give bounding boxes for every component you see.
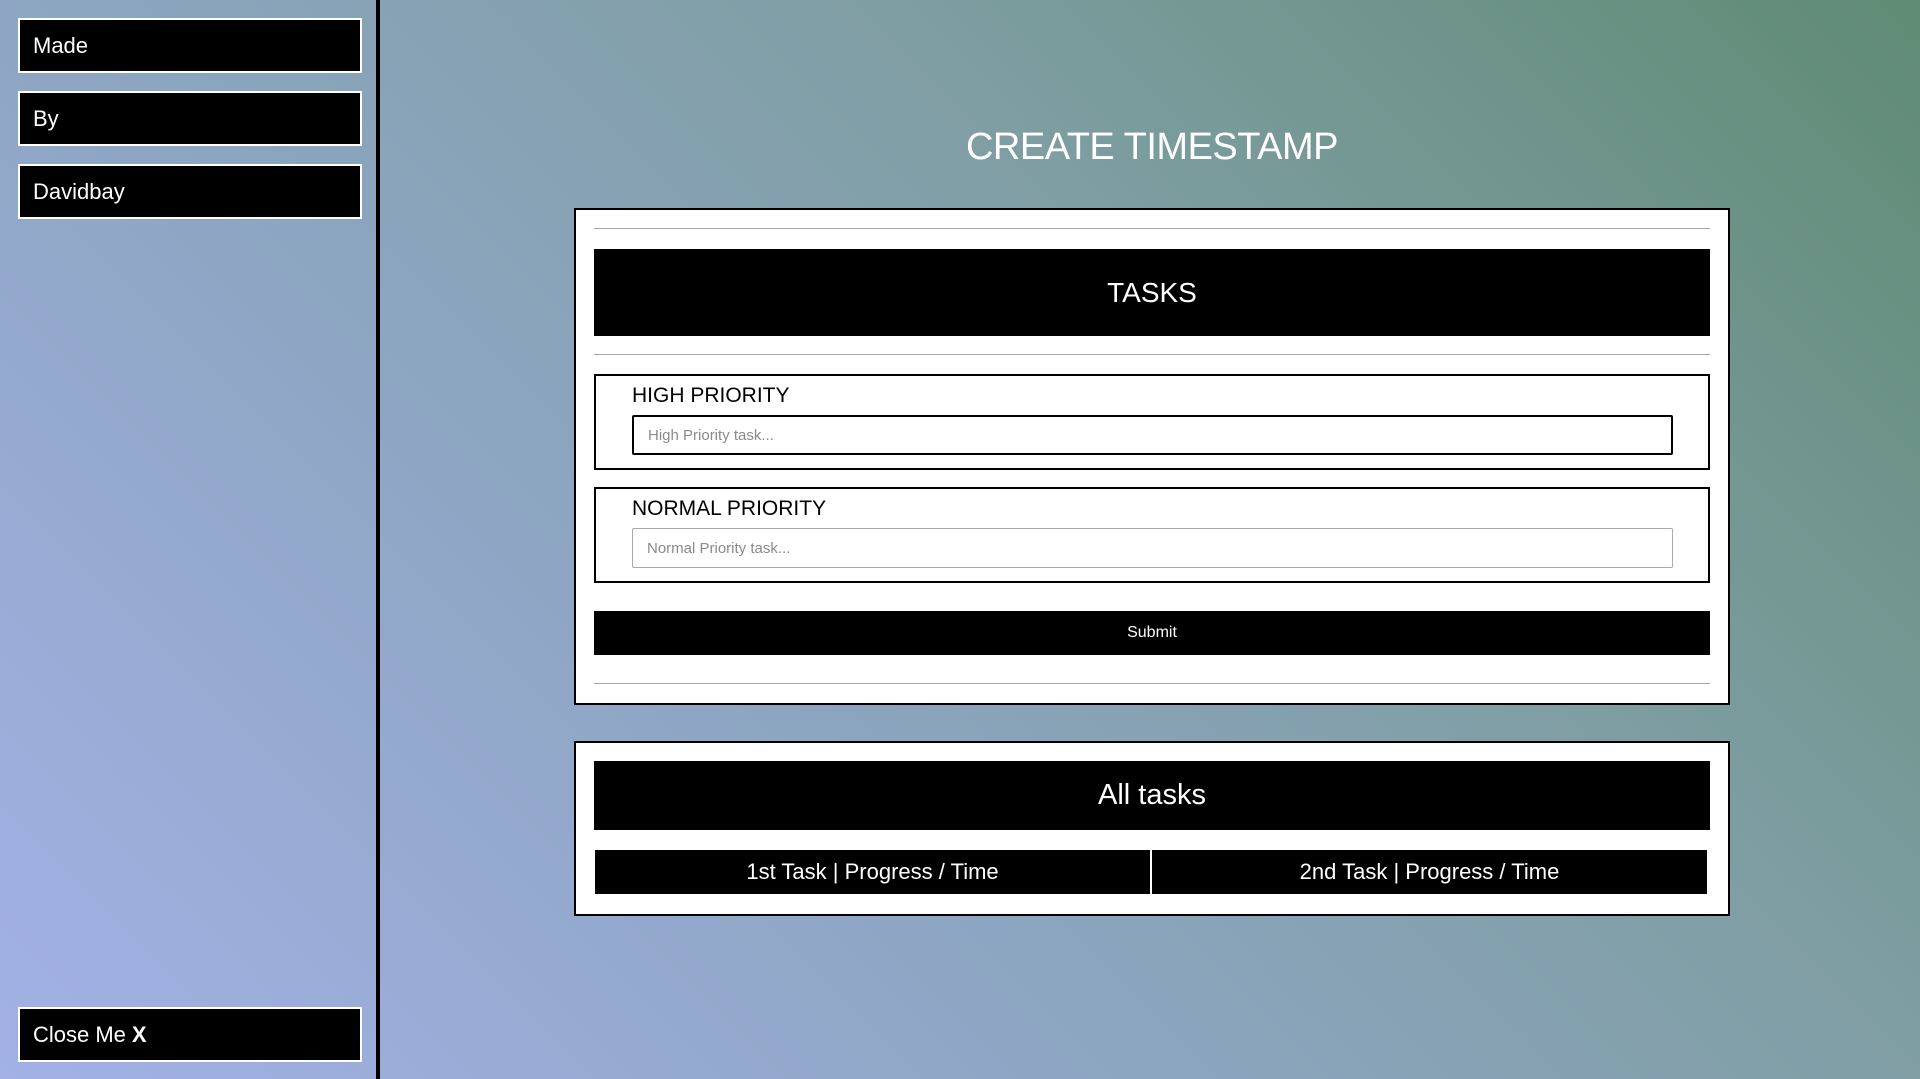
normal-priority-fieldset: NORMAL PRIORITY <box>594 487 1710 583</box>
high-priority-fieldset: HIGH PRIORITY <box>594 374 1710 470</box>
tasks-heading: TASKS <box>594 249 1710 336</box>
close-sidebar-button[interactable]: Close Me X <box>18 1007 362 1062</box>
task-columns-row: 1st Task | Progress / Time 2nd Task | Pr… <box>595 850 1707 894</box>
divider <box>594 228 1710 229</box>
sidebar-item-made[interactable]: Made <box>18 18 362 73</box>
sidebar-item-by[interactable]: By <box>18 91 362 146</box>
page-title: CREATE TIMESTAMP <box>965 126 1339 168</box>
high-priority-input[interactable] <box>632 415 1673 455</box>
all-tasks-panel: All tasks 1st Task | Progress / Time 2nd… <box>574 741 1730 916</box>
sidebar-item-label: By <box>33 105 59 131</box>
task-column-2[interactable]: 2nd Task | Progress / Time <box>1152 850 1707 894</box>
sidebar-item-davidbay[interactable]: Davidbay <box>18 164 362 219</box>
sidebar: Made By Davidbay Close Me X <box>0 0 380 1079</box>
divider <box>594 354 1710 355</box>
divider <box>594 683 1710 684</box>
task-column-1[interactable]: 1st Task | Progress / Time <box>595 850 1150 894</box>
task-form: TASKS HIGH PRIORITY NORMAL PRIORITY Subm… <box>574 208 1730 705</box>
close-button-label: Close Me <box>33 1021 126 1047</box>
close-icon: X <box>131 1021 147 1047</box>
sidebar-item-label: Davidbay <box>33 178 125 204</box>
normal-priority-label: NORMAL PRIORITY <box>632 497 827 520</box>
submit-button[interactable]: Submit <box>594 611 1710 655</box>
sidebar-item-label: Made <box>33 32 89 58</box>
high-priority-label: HIGH PRIORITY <box>632 384 790 407</box>
normal-priority-input[interactable] <box>632 528 1673 568</box>
all-tasks-heading: All tasks <box>594 761 1710 830</box>
